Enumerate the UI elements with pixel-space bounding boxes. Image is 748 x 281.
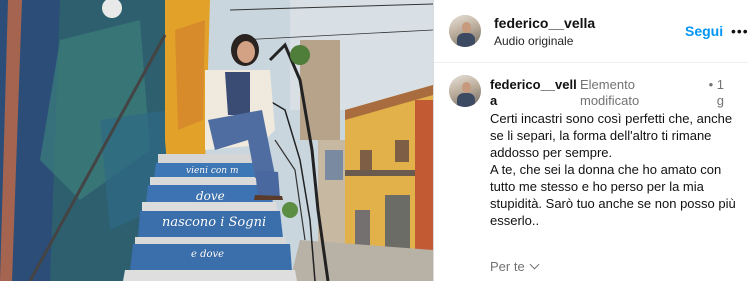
- time-dot: •: [708, 77, 714, 92]
- author-avatar[interactable]: [449, 15, 481, 47]
- caption-text: Certi incastri sono così perfetti che, a…: [490, 110, 740, 229]
- time-value: 1 g: [716, 77, 724, 108]
- for-you-label: Per te: [490, 259, 525, 274]
- more-options-icon[interactable]: •••: [731, 23, 748, 39]
- photo-illustration: [0, 0, 433, 281]
- comment-username-part2: a: [490, 93, 498, 108]
- caption-paragraph-1: Certi incastri sono così perfetti che, a…: [490, 111, 733, 160]
- chevron-down-icon: [529, 259, 540, 270]
- post-header: federico__vella Audio originale Segui ••…: [434, 0, 748, 63]
- step-lettering-3: nascono i Sogni: [162, 215, 267, 230]
- for-you-dropdown[interactable]: Per te: [490, 259, 540, 274]
- step-lettering-4: e dove: [191, 249, 225, 260]
- edited-label-line1: Elemento: [580, 77, 635, 92]
- post-side-panel: federico__vella Audio originale Segui ••…: [433, 0, 748, 281]
- comment-timestamp[interactable]: • 1 g: [702, 77, 724, 109]
- edited-label: Elemento modificato: [580, 77, 700, 109]
- audio-label[interactable]: Audio originale: [494, 34, 573, 48]
- comment-username-part1: federico__vell: [490, 77, 577, 92]
- comment-username[interactable]: federico__vell a: [490, 77, 580, 109]
- comment-avatar[interactable]: [449, 75, 481, 107]
- edited-label-line2: modificato: [580, 93, 640, 108]
- post-photo[interactable]: vieni con m dove nascono i Sogni e dove: [0, 0, 433, 281]
- step-lettering-2: dove: [196, 189, 225, 203]
- caption-paragraph-2: A te, che sei la donna che ho amato con …: [490, 162, 736, 228]
- step-lettering-1: vieni con m: [186, 166, 239, 176]
- author-username[interactable]: federico__vella: [494, 15, 595, 31]
- follow-button[interactable]: Segui: [685, 23, 723, 39]
